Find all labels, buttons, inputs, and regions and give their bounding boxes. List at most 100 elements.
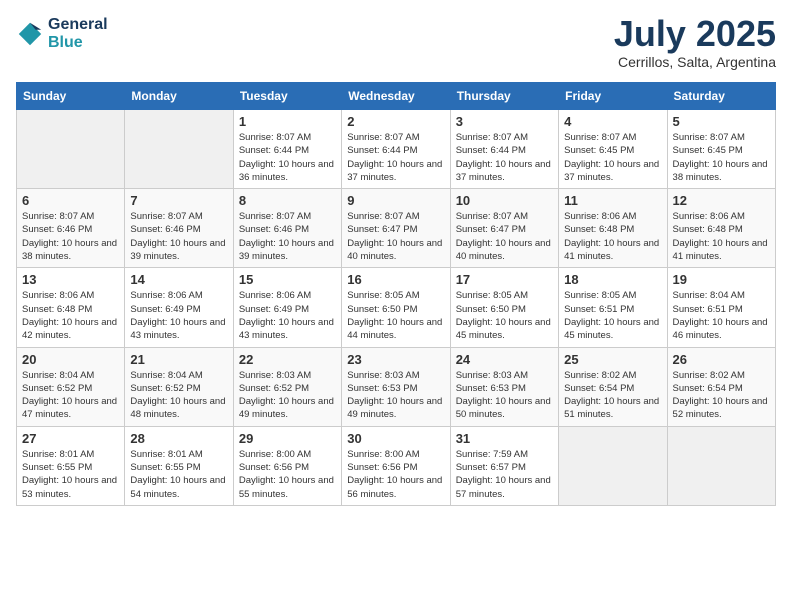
calendar-cell: 29Sunrise: 8:00 AM Sunset: 6:56 PM Dayli… (233, 426, 341, 505)
day-number: 6 (22, 193, 119, 208)
day-number: 28 (130, 431, 227, 446)
day-number: 7 (130, 193, 227, 208)
day-info: Sunrise: 8:04 AM Sunset: 6:52 PM Dayligh… (130, 369, 227, 422)
calendar-week-3: 13 Sunrise: 8:06 AM Sunset: 6:48 PM Dayli… (17, 268, 776, 347)
calendar-cell (667, 426, 775, 505)
calendar-cell: 18Sunrise: 8:05 AM Sunset: 6:51 PM Dayli… (559, 268, 667, 347)
calendar-week-4: 20Sunrise: 8:04 AM Sunset: 6:52 PM Dayli… (17, 347, 776, 426)
calendar-cell: 7 Sunrise: 8:07 AM Sunset: 6:46 PM Daylig… (125, 189, 233, 268)
calendar-cell: 5Sunrise: 8:07 AM Sunset: 6:45 PM Daylig… (667, 110, 775, 189)
calendar-cell: 14 Sunrise: 8:06 AM Sunset: 6:49 PM Dayli… (125, 268, 233, 347)
day-number: 8 (239, 193, 336, 208)
day-number: 3 (456, 114, 553, 129)
day-number: 29 (239, 431, 336, 446)
weekday-header-sunday: Sunday (17, 83, 125, 110)
logo: General Blue (16, 16, 108, 52)
day-info: Sunrise: 8:04 AM Sunset: 6:52 PM Dayligh… (22, 369, 119, 422)
day-info: Sunrise: 8:07 AM Sunset: 6:47 PM Dayligh… (456, 210, 553, 263)
weekday-header-tuesday: Tuesday (233, 83, 341, 110)
calendar-cell: 21 Sunrise: 8:04 AM Sunset: 6:52 PM Dayli… (125, 347, 233, 426)
day-info: Sunrise: 8:02 AM Sunset: 6:54 PM Dayligh… (673, 369, 770, 422)
day-number: 11 (564, 193, 661, 208)
day-info: Sunrise: 8:06 AM Sunset: 6:48 PM Dayligh… (22, 289, 119, 342)
day-info: Sunrise: 8:07 AM Sunset: 6:46 PM Dayligh… (130, 210, 227, 263)
calendar-cell: 31Sunrise: 7:59 AM Sunset: 6:57 PM Dayli… (450, 426, 558, 505)
day-number: 27 (22, 431, 119, 446)
day-number: 13 (22, 272, 119, 287)
calendar-week-2: 6 Sunrise: 8:07 AM Sunset: 6:46 PM Daylig… (17, 189, 776, 268)
day-number: 19 (673, 272, 770, 287)
calendar-cell: 3 Sunrise: 8:07 AM Sunset: 6:44 PM Daylig… (450, 110, 558, 189)
day-info: Sunrise: 8:06 AM Sunset: 6:49 PM Dayligh… (239, 289, 336, 342)
day-number: 16 (347, 272, 444, 287)
calendar-cell: 26 Sunrise: 8:02 AM Sunset: 6:54 PM Dayli… (667, 347, 775, 426)
logo-icon (16, 20, 44, 48)
day-info: Sunrise: 8:01 AM Sunset: 6:55 PM Dayligh… (22, 448, 119, 501)
day-info: Sunrise: 8:07 AM Sunset: 6:46 PM Dayligh… (22, 210, 119, 263)
month-title: July 2025 (614, 16, 776, 52)
day-number: 14 (130, 272, 227, 287)
day-info: Sunrise: 8:07 AM Sunset: 6:44 PM Dayligh… (456, 131, 553, 184)
day-number: 21 (130, 352, 227, 367)
day-info: Sunrise: 8:03 AM Sunset: 6:53 PM Dayligh… (456, 369, 553, 422)
calendar-cell (559, 426, 667, 505)
calendar-cell: 9 Sunrise: 8:07 AM Sunset: 6:47 PM Daylig… (342, 189, 450, 268)
day-number: 4 (564, 114, 661, 129)
weekday-header-friday: Friday (559, 83, 667, 110)
calendar-week-5: 27 Sunrise: 8:01 AM Sunset: 6:55 PM Dayli… (17, 426, 776, 505)
day-info: Sunrise: 8:06 AM Sunset: 6:49 PM Dayligh… (130, 289, 227, 342)
calendar-cell (17, 110, 125, 189)
day-info: Sunrise: 8:01 AM Sunset: 6:55 PM Dayligh… (130, 448, 227, 501)
day-info: Sunrise: 8:06 AM Sunset: 6:48 PM Dayligh… (673, 210, 770, 263)
calendar-cell: 25 Sunrise: 8:02 AM Sunset: 6:54 PM Dayli… (559, 347, 667, 426)
day-info: Sunrise: 8:07 AM Sunset: 6:44 PM Dayligh… (239, 131, 336, 184)
day-info: Sunrise: 8:04 AM Sunset: 6:51 PM Dayligh… (673, 289, 770, 342)
calendar-cell: 12 Sunrise: 8:06 AM Sunset: 6:48 PM Dayli… (667, 189, 775, 268)
calendar-cell: 15 Sunrise: 8:06 AM Sunset: 6:49 PM Dayli… (233, 268, 341, 347)
day-number: 24 (456, 352, 553, 367)
page-header: General Blue July 2025 Cerrillos, Salta,… (16, 16, 776, 70)
day-number: 1 (239, 114, 336, 129)
title-block: July 2025 Cerrillos, Salta, Argentina (614, 16, 776, 70)
calendar-cell: 23 Sunrise: 8:03 AM Sunset: 6:53 PM Dayli… (342, 347, 450, 426)
day-number: 23 (347, 352, 444, 367)
day-number: 9 (347, 193, 444, 208)
day-info: Sunrise: 8:07 AM Sunset: 6:44 PM Dayligh… (347, 131, 444, 184)
day-info: Sunrise: 8:05 AM Sunset: 6:50 PM Dayligh… (347, 289, 444, 342)
calendar-cell: 8 Sunrise: 8:07 AM Sunset: 6:46 PM Daylig… (233, 189, 341, 268)
day-info: Sunrise: 8:02 AM Sunset: 6:54 PM Dayligh… (564, 369, 661, 422)
calendar-week-1: 1 Sunrise: 8:07 AM Sunset: 6:44 PM Daylig… (17, 110, 776, 189)
calendar-cell: 10 Sunrise: 8:07 AM Sunset: 6:47 PM Dayli… (450, 189, 558, 268)
day-number: 15 (239, 272, 336, 287)
calendar-cell: 16 Sunrise: 8:05 AM Sunset: 6:50 PM Dayli… (342, 268, 450, 347)
day-info: Sunrise: 8:03 AM Sunset: 6:53 PM Dayligh… (347, 369, 444, 422)
day-info: Sunrise: 8:07 AM Sunset: 6:46 PM Dayligh… (239, 210, 336, 263)
day-info: Sunrise: 8:07 AM Sunset: 6:45 PM Dayligh… (673, 131, 770, 184)
day-number: 2 (347, 114, 444, 129)
day-number: 10 (456, 193, 553, 208)
day-info: Sunrise: 8:00 AM Sunset: 6:56 PM Dayligh… (347, 448, 444, 501)
calendar-cell: 22Sunrise: 8:03 AM Sunset: 6:52 PM Dayli… (233, 347, 341, 426)
day-info: Sunrise: 8:07 AM Sunset: 6:47 PM Dayligh… (347, 210, 444, 263)
calendar-cell: 28 Sunrise: 8:01 AM Sunset: 6:55 PM Dayli… (125, 426, 233, 505)
day-number: 18 (564, 272, 661, 287)
day-number: 12 (673, 193, 770, 208)
calendar-body: 1 Sunrise: 8:07 AM Sunset: 6:44 PM Daylig… (17, 110, 776, 506)
day-number: 17 (456, 272, 553, 287)
day-info: Sunrise: 8:07 AM Sunset: 6:45 PM Dayligh… (564, 131, 661, 184)
logo-text-blue: Blue (48, 34, 108, 52)
calendar-cell: 19 Sunrise: 8:04 AM Sunset: 6:51 PM Dayli… (667, 268, 775, 347)
calendar-cell: 2 Sunrise: 8:07 AM Sunset: 6:44 PM Daylig… (342, 110, 450, 189)
location-subtitle: Cerrillos, Salta, Argentina (614, 54, 776, 70)
day-number: 25 (564, 352, 661, 367)
logo-text-general: General (48, 16, 108, 34)
day-number: 26 (673, 352, 770, 367)
calendar-cell (125, 110, 233, 189)
calendar-cell: 1 Sunrise: 8:07 AM Sunset: 6:44 PM Daylig… (233, 110, 341, 189)
day-info: Sunrise: 7:59 AM Sunset: 6:57 PM Dayligh… (456, 448, 553, 501)
calendar-cell: 27 Sunrise: 8:01 AM Sunset: 6:55 PM Dayli… (17, 426, 125, 505)
day-info: Sunrise: 8:03 AM Sunset: 6:52 PM Dayligh… (239, 369, 336, 422)
calendar-cell: 4 Sunrise: 8:07 AM Sunset: 6:45 PM Daylig… (559, 110, 667, 189)
calendar-cell: 20Sunrise: 8:04 AM Sunset: 6:52 PM Dayli… (17, 347, 125, 426)
day-number: 30 (347, 431, 444, 446)
